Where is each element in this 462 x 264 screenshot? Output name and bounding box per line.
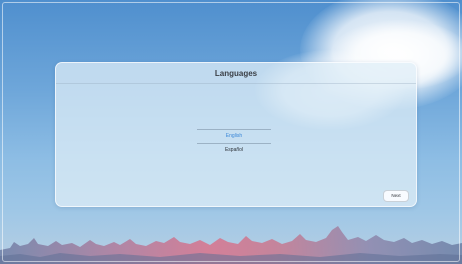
next-button[interactable]: Next <box>383 190 409 202</box>
language-option-espanol[interactable]: Español <box>197 145 271 155</box>
title-divider <box>56 83 416 84</box>
city-skyline <box>0 226 462 264</box>
setup-screen: Languages English Español Next <box>0 0 462 264</box>
dialog-title: Languages <box>214 69 258 78</box>
language-option-english[interactable]: English <box>197 129 271 144</box>
